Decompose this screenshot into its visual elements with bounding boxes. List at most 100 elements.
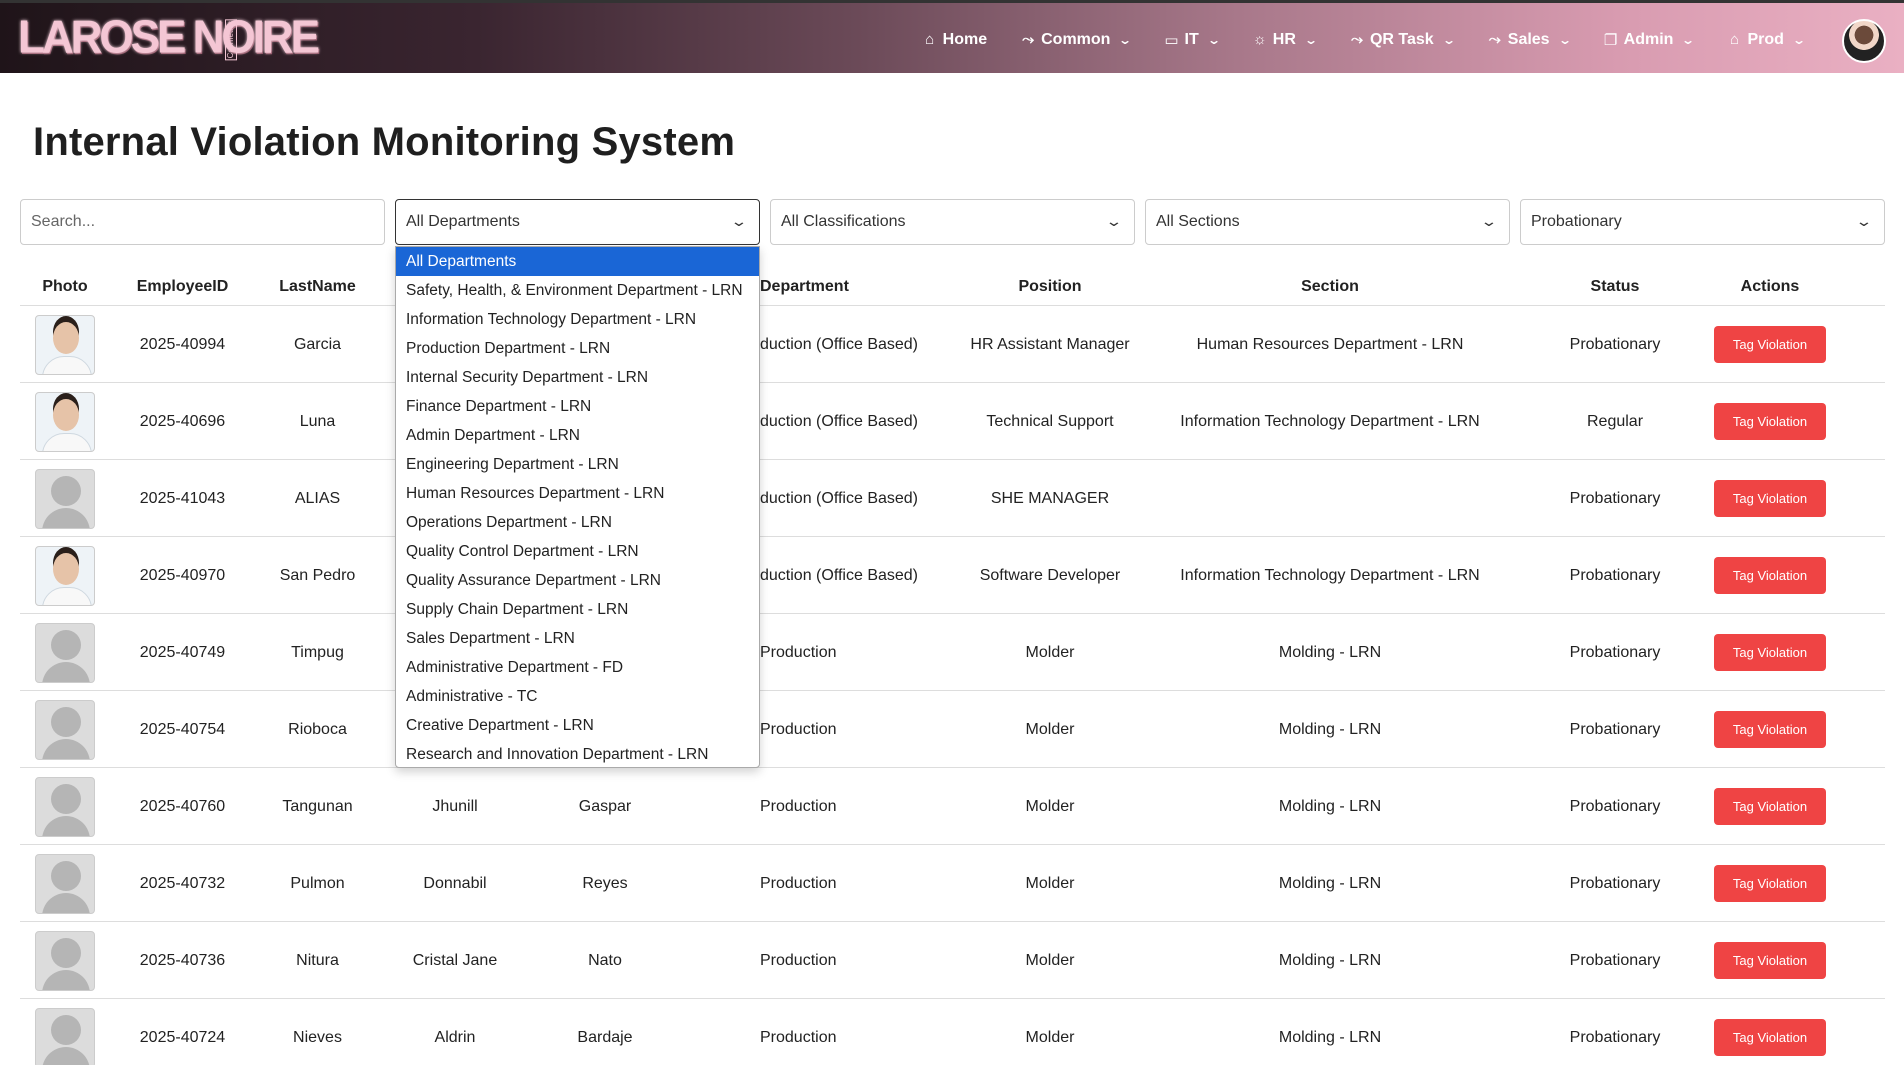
nav-item-prod[interactable]: ⌂ Prod ⌄ <box>1724 31 1806 49</box>
nav-item-common[interactable]: ⤳ Common ⌄ <box>1018 31 1132 49</box>
department-option[interactable]: Operations Department - LRN <box>396 508 759 537</box>
cell-status: Probationary <box>1569 720 1661 738</box>
laptop-icon: ▭ <box>1164 31 1179 49</box>
cell-photo <box>20 383 110 460</box>
nav-item-it[interactable]: ▭ IT ⌄ <box>1162 31 1220 49</box>
cell-middle-name: Reyes <box>582 874 628 892</box>
classification-select[interactable]: All Classifications ⌄ <box>770 199 1135 245</box>
department-option[interactable]: Engineering Department - LRN <box>396 450 759 479</box>
department-select-value: All Departments <box>406 213 520 230</box>
chart-line-icon: ⤳ <box>1350 31 1363 48</box>
tag-violation-button[interactable]: Tag Violation <box>1714 480 1826 517</box>
cell-employee-id: 2025-40749 <box>139 643 226 661</box>
factory-icon: ⌂ <box>1729 31 1740 48</box>
cell-first-name: Donnabil <box>423 874 487 892</box>
tag-violation-button[interactable]: Tag Violation <box>1714 865 1826 902</box>
cell-position: Molder <box>1025 1028 1075 1046</box>
tag-violation-button[interactable]: Tag Violation <box>1714 788 1826 825</box>
nav-item-admin[interactable]: ❐ Admin ⌄ <box>1601 31 1696 49</box>
avatar-placeholder-icon <box>35 622 95 683</box>
department-option[interactable]: Creative Department - LRN <box>396 711 759 740</box>
department-option[interactable]: Supply Chain Department - LRN <box>396 595 759 624</box>
cell-department: Production <box>760 874 837 892</box>
logo-tag: Cosmetics <box>224 19 237 61</box>
cell-photo <box>20 922 110 999</box>
brand-logo[interactable]: LAROSE NOIRE Cosmetics <box>18 12 320 63</box>
cell-section: Human Resources Department - LRN <box>1196 335 1464 353</box>
cell-actions: Tag Violation <box>1700 306 1840 383</box>
department-option[interactable]: Quality Assurance Department - LRN <box>396 566 759 595</box>
cell-actions: Tag Violation <box>1700 768 1840 845</box>
cell-section: Molding - LRN <box>1278 951 1382 969</box>
cell-status: Probationary <box>1569 797 1661 815</box>
department-option[interactable]: Production Department - LRN <box>396 334 759 363</box>
department-option[interactable]: Administrative Department - FD <box>396 653 759 682</box>
nav-item-label: Home <box>942 30 988 48</box>
user-avatar[interactable] <box>1842 19 1886 63</box>
nav-menu: ⌂ Home ⤳ Common ⌄ ▭ IT ⌄ ☼ HR ⌄ ⤳ QR Task ⌄ ⤳ Sales ⌄ ❐ Ad… <box>920 3 1806 76</box>
table-header: Photo EmployeeID LastName Department Pos… <box>20 268 1885 306</box>
cell-position: Molder <box>1025 643 1075 661</box>
department-option[interactable]: Internal Security Department - LRN <box>396 363 759 392</box>
chevron-down-icon: ⌄ <box>1441 32 1456 47</box>
tag-violation-button[interactable]: Tag Violation <box>1714 326 1826 363</box>
tag-violation-button[interactable]: Tag Violation <box>1714 711 1826 748</box>
tag-violation-button[interactable]: Tag Violation <box>1714 634 1826 671</box>
header-department: Department <box>760 278 849 295</box>
department-option[interactable]: Sales Department - LRN <box>396 624 759 653</box>
department-option[interactable]: Information Technology Department - LRN <box>396 305 759 334</box>
page-title: Internal Violation Monitoring System <box>33 120 736 164</box>
cell-last-name: Nitura <box>296 951 339 969</box>
department-option[interactable]: All Departments <box>396 247 759 276</box>
chevron-down-icon: ⌄ <box>1303 32 1318 47</box>
department-option[interactable]: Safety, Health, & Environment Department… <box>396 276 759 305</box>
department-option[interactable]: Research and Innovation Department - LRN <box>396 740 759 767</box>
cell-last-name: ALIAS <box>294 489 341 507</box>
table-row: 2025-40732 Pulmon Donnabil Reyes Production M… <box>20 845 1885 922</box>
cell-section: Molding - LRN <box>1278 643 1382 661</box>
tag-violation-button[interactable]: Tag Violation <box>1714 942 1826 979</box>
handshake-icon: ☼ <box>1252 31 1267 48</box>
header-section: Section <box>1301 278 1359 295</box>
tag-violation-button[interactable]: Tag Violation <box>1714 557 1826 594</box>
section-select[interactable]: All Sections ⌄ <box>1145 199 1510 245</box>
cell-status: Probationary <box>1569 335 1661 353</box>
chevron-down-icon: ⌄ <box>1681 32 1696 47</box>
department-option[interactable]: Administrative - TC <box>396 682 759 711</box>
nav-item-home[interactable]: ⌂ Home <box>920 31 987 49</box>
cell-status: Probationary <box>1569 489 1661 507</box>
cell-status: Probationary <box>1569 566 1661 584</box>
department-select[interactable]: All Departments ⌄ <box>395 199 760 245</box>
department-option[interactable]: Human Resources Department - LRN <box>396 479 759 508</box>
cell-status: Probationary <box>1569 1028 1661 1046</box>
header-actions: Actions <box>1740 278 1800 295</box>
department-option[interactable]: Quality Control Department - LRN <box>396 537 759 566</box>
table-row: 2025-40994 Garcia duction (Office Based) HR… <box>20 306 1885 383</box>
cell-department: Production <box>760 797 837 815</box>
tag-violation-button[interactable]: Tag Violation <box>1714 403 1826 440</box>
nav-item-sales[interactable]: ⤳ Sales ⌄ <box>1485 31 1572 49</box>
chevron-down-icon: ⌄ <box>1855 213 1873 229</box>
cell-first-name: Jhunill <box>432 797 478 815</box>
search-input[interactable]: Search... <box>20 199 385 245</box>
cell-actions: Tag Violation <box>1700 537 1840 614</box>
cell-section: Molding - LRN <box>1278 1028 1382 1046</box>
cell-status: Probationary <box>1569 643 1661 661</box>
nav-item-qr-task[interactable]: ⤳ QR Task ⌄ <box>1347 30 1456 49</box>
chevron-down-icon: ⌄ <box>1105 213 1123 229</box>
search-placeholder: Search... <box>31 213 96 230</box>
cell-position: HR Assistant Manager <box>970 335 1130 353</box>
tag-violation-button[interactable]: Tag Violation <box>1714 1019 1826 1056</box>
cell-department: Production <box>760 720 837 738</box>
department-option[interactable]: Finance Department - LRN <box>396 392 759 421</box>
chart-line-icon: ⤳ <box>1488 31 1501 48</box>
nav-item-hr[interactable]: ☼ HR ⌄ <box>1250 31 1318 49</box>
cell-last-name: Rioboca <box>288 720 347 738</box>
cell-status: Regular <box>1586 412 1644 430</box>
table-body: 2025-40994 Garcia duction (Office Based) HR… <box>20 306 1885 1065</box>
header-status: Status <box>1590 278 1640 295</box>
nav-item-label: QR Task <box>1369 30 1434 48</box>
department-option[interactable]: Admin Department - LRN <box>396 421 759 450</box>
status-select[interactable]: Probationary ⌄ <box>1520 199 1885 245</box>
table-row: 2025-40736 Nitura Cristal Jane Nato Producti… <box>20 922 1885 999</box>
